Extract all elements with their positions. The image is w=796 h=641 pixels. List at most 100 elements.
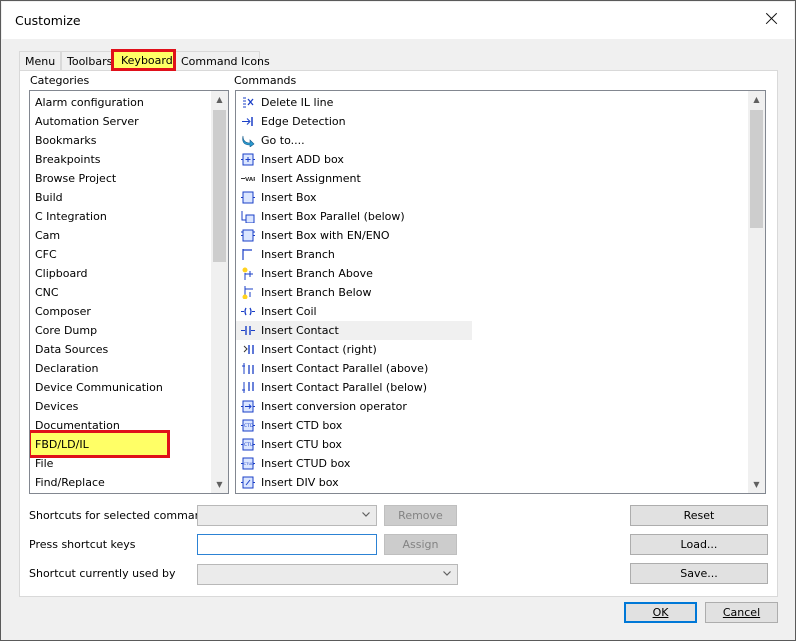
command-item-label: Insert Box with EN/ENO [261,229,390,242]
command-item[interactable]: Edge Detection [236,112,472,131]
press-shortcut-label: Press shortcut keys [29,538,136,551]
command-item[interactable]: Insert Branch Below [236,283,472,302]
command-item[interactable]: Insert Contact Parallel (above) [236,359,472,378]
category-item[interactable]: Breakpoints [30,150,210,169]
scroll-up-icon[interactable]: ▲ [748,91,765,108]
command-item-label: Insert conversion operator [261,400,407,413]
category-item[interactable]: Browse Project [30,169,210,188]
category-item[interactable]: Declaration [30,359,210,378]
used-by-combo[interactable] [197,564,458,585]
ok-label: OK [652,606,669,619]
command-item[interactable]: Insert Coil [236,302,472,321]
command-item[interactable]: CTUD Insert CTUD box [236,454,472,473]
branch-icon [242,249,252,260]
command-item[interactable]: Delete IL line [236,93,472,112]
ok-button[interactable]: OK [624,602,697,623]
category-item-label: FBD/LD/IL [35,438,89,451]
category-item[interactable]: File [30,454,210,473]
command-item[interactable]: Insert Contact (right) [236,340,472,359]
command-item[interactable]: CTD Insert CTD box [236,416,472,435]
categories-list[interactable]: ▲ ▼ Alarm configuration Automation Server… [29,90,229,494]
cancel-label: Cancel [722,606,761,619]
command-item-label: Insert Branch Below [261,286,372,299]
tab-keyboard[interactable]: Keyboard [111,49,176,71]
shortcuts-selected-label: Shortcuts for selected command [29,509,209,522]
close-icon[interactable] [762,10,780,28]
ctud-box-icon: CTUD [241,457,255,470]
shortcuts-combo[interactable] [197,505,377,526]
svg-text:CTD: CTD [244,423,254,429]
tab-toolbars[interactable]: Toolbars [61,51,113,71]
commands-list[interactable]: Delete IL line Edge Detection Go to.... Ins… [235,90,766,494]
contact-right-icon [243,345,254,354]
ctu-box-icon: CTU [241,438,255,451]
category-item[interactable]: Bookmarks [30,131,210,150]
command-item[interactable]: CTU Insert CTU box [236,435,472,454]
category-item[interactable]: CNC [30,283,210,302]
contact-icon [241,326,255,335]
contact-parallel-below-icon [242,382,254,393]
command-item[interactable]: Insert Contact Parallel (below) [236,378,472,397]
category-item[interactable]: C Integration [30,207,210,226]
scroll-down-icon[interactable]: ▼ [211,476,228,493]
category-item[interactable]: Composer [30,302,210,321]
command-item[interactable]: Insert Branch [236,245,472,264]
scrollbar-thumb[interactable] [750,110,763,228]
command-item[interactable]: Insert conversion operator [236,397,472,416]
customize-dialog: Customize Menu Toolbars Keyboard Command… [0,0,796,641]
category-item[interactable]: Clipboard [30,264,210,283]
category-item[interactable]: Core Dump [30,321,210,340]
window-title: Customize [15,13,81,28]
command-item[interactable]: Go to.... [236,131,472,150]
categories-scrollbar[interactable]: ▲ ▼ [211,91,228,493]
command-item[interactable]: Insert Box with EN/ENO [236,226,472,245]
category-item[interactable]: Automation Server [30,112,210,131]
category-item[interactable]: Cam [30,226,210,245]
assign-button[interactable]: Assign [384,534,457,555]
tab-menu[interactable]: Menu [19,51,61,71]
load-button[interactable]: Load... [630,534,768,555]
category-item[interactable]: Device Communication [30,378,210,397]
commands-scrollbar[interactable]: ▲ ▼ [748,91,765,493]
assignment-var-icon: VAR [241,177,255,183]
command-item[interactable]: Insert ADD box [236,150,472,169]
category-item[interactable]: Find/Replace [30,473,210,492]
reset-button[interactable]: Reset [630,505,768,526]
category-item[interactable]: Devices [30,397,210,416]
commands-label: Commands [234,74,297,87]
used-by-label: Shortcut currently used by [29,567,176,580]
command-item[interactable]: Insert Box [236,188,472,207]
branch-below-icon [242,286,253,299]
command-item-label: Insert Contact Parallel (below) [261,381,428,394]
command-item-label: Insert CTUD box [261,457,351,470]
command-item[interactable]: Insert Box Parallel (below) [236,207,472,226]
command-item-label: Insert Branch [261,248,335,261]
command-item[interactable]: VAR Insert Assignment [236,169,472,188]
shortcut-keys-input[interactable] [197,534,377,555]
category-item[interactable]: Data Sources [30,340,210,359]
category-item[interactable]: Alarm configuration [30,93,210,112]
scroll-down-icon[interactable]: ▼ [748,476,765,493]
category-item-selected[interactable]: FBD/LD/IL [30,430,210,458]
tab-command-icons[interactable]: Command Icons [175,51,270,71]
conversion-icon [241,400,255,413]
cancel-button[interactable]: Cancel [705,602,778,623]
save-button[interactable]: Save... [630,563,768,584]
command-item-label: Insert Assignment [261,172,361,185]
command-item[interactable]: Insert Contact [236,321,472,340]
command-item[interactable]: Insert Branch Above [236,264,472,283]
scrollbar-thumb[interactable] [213,110,226,262]
remove-button[interactable]: Remove [384,505,457,526]
category-item[interactable]: Build [30,188,210,207]
category-item[interactable]: CFC [30,245,210,264]
box-parallel-icon [241,211,255,223]
title-bar: Customize [2,2,794,39]
scroll-up-icon[interactable]: ▲ [211,91,228,108]
ctd-box-icon: CTD [241,419,255,432]
command-item[interactable]: Insert DIV box [236,473,472,492]
box-en-eno-icon [241,229,255,242]
command-item-label: Insert Box [261,191,317,204]
edge-detection-icon [242,117,253,126]
command-item-label: Insert DIV box [261,476,339,489]
command-item-label: Insert CTD box [261,419,343,432]
